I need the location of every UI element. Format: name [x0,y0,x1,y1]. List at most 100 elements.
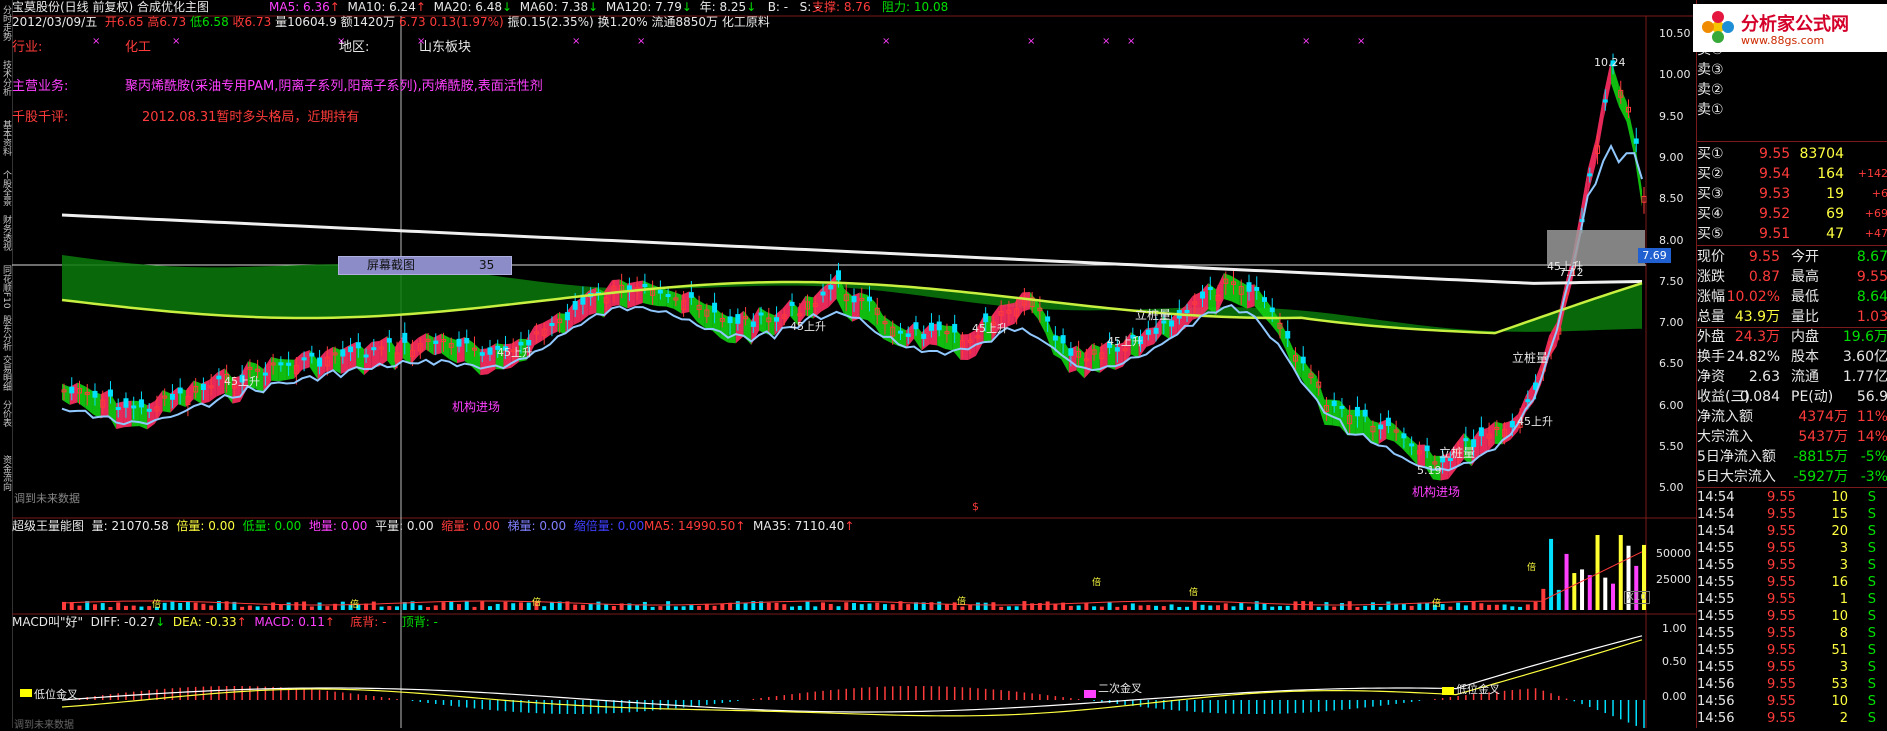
tick-time: 14:54 [1697,490,1735,505]
trend-band [720,312,729,343]
tick-side: S [1867,694,1876,709]
sell-row[interactable]: 卖① [1697,100,1887,120]
sell-row[interactable]: 卖③ [1697,60,1887,80]
candle-body [688,292,694,298]
site-logo[interactable]: 分析家公式网 www.88gs.com [1693,4,1887,52]
volume-bar [1572,573,1577,610]
sidebar-tab-6[interactable]: 股东分析 [0,315,11,351]
trend-band [201,379,210,404]
buy-label: 买④ [1697,206,1724,222]
volume-bar [1192,601,1197,610]
volume-bar [1549,538,1554,610]
vol-suobei: 缩倍量: 0.00 [573,519,645,533]
future-data-link[interactable]: 调到未来数据 [14,490,80,506]
tick-time: 14:56 [1697,711,1735,726]
buy-change: +6 [1871,187,1887,200]
tick-side: S [1867,609,1876,624]
candle-body [169,393,175,400]
volume-bar [790,606,795,610]
volume-bar [1053,603,1058,610]
sell-row[interactable]: 卖② [1697,80,1887,100]
quote-label-2: 最高 [1791,269,1819,285]
screenshot-box[interactable]: 屏幕截图 35 [338,256,512,275]
volume-bar [116,602,121,610]
candle-body [92,390,98,398]
vol-x10-button[interactable]: X10 [1624,591,1650,604]
buy-row[interactable]: 买③ 9.53 19 +6 [1697,184,1887,204]
sidebar-tab-1[interactable]: 技术分析 [0,60,11,96]
trend-band [472,342,481,376]
sidebar-tab-4[interactable]: 财务透视 [0,215,11,251]
sidebar-tab-5[interactable]: 同花顺F10 [0,265,11,309]
volume-bar [844,602,849,610]
trend-band [828,273,837,308]
candle-body [1052,335,1058,341]
macd-second-cross-label: 二次金叉 [1098,682,1142,695]
quote-value-2: 1.03 [1856,309,1887,325]
trend-band [348,341,357,371]
candle-body [564,312,570,321]
tick-vol: 3 [1839,558,1848,573]
volume-bar [1525,604,1530,610]
buy-row[interactable]: 买① 9.55 83704 [1697,144,1887,164]
orderbook-divider [1697,141,1887,142]
volume-bar [689,605,694,610]
volume-bar [968,604,973,610]
quote-label-2: 股本 [1791,349,1819,365]
trend-band [278,358,287,382]
annotation-jigou-2: 机构进场 [1412,485,1461,499]
volume-bar [867,603,872,610]
flow-percent: 14% [1856,429,1887,445]
buy-row[interactable]: 买② 9.54 164 +142 [1697,164,1887,184]
volume-bar [821,602,826,610]
trend-band [557,313,566,334]
sidebar-tab-8[interactable]: 分价表 [0,400,11,427]
volume-bar [495,603,500,610]
candle-body [836,270,842,281]
ma10-label: MA10: 6.24 [347,0,416,14]
sidebar-tab-0[interactable]: 分时走势 [0,5,11,41]
bei-marker-5: 倍 [1092,578,1102,588]
sidebar-tab-3[interactable]: 个股全景 [0,170,11,206]
price-axis-tick: 6.50 [1659,357,1684,371]
candle-body [216,375,222,380]
buy-label: 买③ [1697,186,1724,202]
sidebar-tab-2[interactable]: 基本资料 [0,120,11,156]
vol-diliang: 地量: 0.00 [308,519,368,533]
tick-vol: 1 [1839,592,1848,607]
business-value: 聚丙烯酰胺(采油专用PAM,阴离子系列,阳离子系列),丙烯酰胺,表面活性剂 [125,79,543,94]
candle-body [433,340,439,344]
tick-row: 14:55 9.55 51 S [1697,642,1887,659]
annotation-lizhuang-2: 立桩量 [1439,446,1476,460]
volume-bar [1107,601,1112,610]
volume-bar [1471,601,1476,610]
future-data-link-2[interactable]: 调到未来数据 [14,716,74,731]
volume-bar [852,603,856,610]
trend-band [162,390,171,413]
volume-bar [1076,605,1081,610]
tick-row: 14:55 9.55 10 S [1697,608,1887,625]
candle-body [69,386,75,394]
volume-bar [511,603,516,610]
candle-body [262,372,268,376]
buy-price: 9.55 [1759,146,1791,162]
volume-ma-legend: MA5: 14990.50↑ MA35: 7110.40↑ [644,519,855,533]
volume-bar [1332,606,1337,610]
candle-body [464,338,470,344]
buy-row[interactable]: 买④ 9.52 69 +69 [1697,204,1887,224]
sidebar-tab-7[interactable]: 交易明细 [0,355,11,391]
buy-price: 9.54 [1759,166,1791,182]
trend-band [333,346,341,374]
candle-body [572,301,578,310]
tick-price: 9.55 [1767,592,1796,607]
trend-band [286,359,295,381]
ma60-label: MA60: 7.38 [519,0,589,14]
volume-bar [813,606,818,610]
macd-diff: DIFF: -0.27 [90,615,156,629]
price-axis-tick: 7.50 [1659,274,1684,288]
volume-bar [480,601,485,610]
sidebar-tab-9[interactable]: 资金流向 [0,455,11,491]
buy-row[interactable]: 买⑤ 9.51 47 +47 [1697,224,1887,244]
volume-bar [147,606,152,610]
chart-area[interactable]: × × × × × × × × × × × × 宝莫股份(日线 前复权) 合成优化主图 MA5: 6.… [12,0,1696,731]
